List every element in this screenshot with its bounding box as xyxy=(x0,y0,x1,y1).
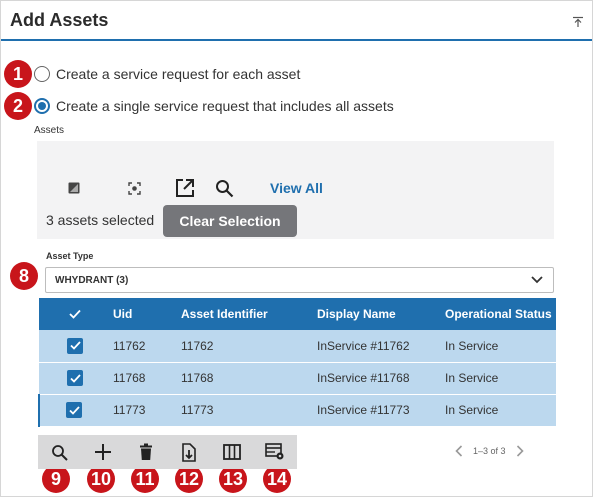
row-checkbox[interactable] xyxy=(67,337,83,354)
assets-label: Assets xyxy=(34,125,65,136)
focus-icon[interactable] xyxy=(128,182,141,195)
asset-type-label: Asset Type xyxy=(46,251,94,261)
annotation-badge: 12 xyxy=(175,465,203,493)
image-icon[interactable] xyxy=(68,182,80,194)
assets-table: Uid Asset Identifier Display Name Operat… xyxy=(38,298,556,427)
trash-icon xyxy=(139,443,152,460)
chevron-down-icon xyxy=(531,276,543,284)
row-checkbox[interactable] xyxy=(67,370,83,386)
table-row[interactable]: 11773 11773 InService #11773 In Service xyxy=(38,394,556,427)
plus-icon xyxy=(94,444,111,460)
panel-header: Add Assets xyxy=(1,1,592,41)
cell-operational-status: In Service xyxy=(441,330,556,363)
annotation-badge: 13 xyxy=(219,465,247,493)
collapse-icon[interactable] xyxy=(572,16,584,28)
option-each-asset-label: Create a service request for each asset xyxy=(56,66,301,82)
columns-icon xyxy=(223,444,242,460)
delete-button[interactable] xyxy=(124,435,167,469)
panel-title: Add Assets xyxy=(10,10,109,30)
cell-uid: 11773 xyxy=(109,394,177,427)
row-checkbox-cell[interactable] xyxy=(39,330,109,363)
import-icon xyxy=(182,442,196,462)
row-checkbox-cell[interactable] xyxy=(38,394,109,427)
search-button[interactable] xyxy=(38,435,81,469)
add-button[interactable] xyxy=(81,435,124,469)
pagination: 1–3 of 3 xyxy=(455,445,524,457)
search-icon[interactable] xyxy=(215,179,234,198)
cell-operational-status: In Service xyxy=(441,362,556,395)
checkmark-icon[interactable] xyxy=(67,306,83,322)
option-single-request-label: Create a single service request that inc… xyxy=(56,98,394,114)
cell-asset-identifier: 11762 xyxy=(177,330,313,363)
cell-asset-identifier: 11773 xyxy=(177,394,313,427)
pagination-text: 1–3 of 3 xyxy=(473,446,506,456)
radio-single-request[interactable] xyxy=(34,98,50,114)
open-external-icon[interactable] xyxy=(175,178,195,198)
columns-button[interactable] xyxy=(211,435,254,469)
chevron-right-icon[interactable] xyxy=(516,445,524,457)
column-header-asset-identifier[interactable]: Asset Identifier xyxy=(177,298,313,330)
table-header-row: Uid Asset Identifier Display Name Operat… xyxy=(39,298,556,330)
select-all-header[interactable] xyxy=(39,298,109,330)
table-row[interactable]: 11762 11762 InService #11762 In Service xyxy=(39,330,556,363)
option-each-asset[interactable]: Create a service request for each asset xyxy=(34,66,300,82)
cell-display-name: InService #11773 xyxy=(313,394,441,427)
radio-each-asset[interactable] xyxy=(34,66,50,82)
row-checkbox[interactable] xyxy=(66,402,82,418)
asset-type-value: WHYDRANT (3) xyxy=(55,275,129,286)
cell-display-name: InService #11762 xyxy=(313,330,441,363)
annotation-badge: 10 xyxy=(87,465,115,493)
column-header-operational-status[interactable]: Operational Status xyxy=(441,298,556,330)
annotation-badge: 11 xyxy=(131,465,159,493)
cell-uid: 11768 xyxy=(109,362,177,395)
cell-display-name: InService #11768 xyxy=(313,362,441,395)
annotation-badge: 14 xyxy=(263,465,291,493)
search-icon xyxy=(52,444,68,461)
chevron-left-icon[interactable] xyxy=(455,445,463,457)
selection-count: 3 assets selected xyxy=(46,212,155,228)
table-settings-button[interactable] xyxy=(254,435,297,469)
cell-asset-identifier: 11768 xyxy=(177,362,313,395)
cell-operational-status: In Service xyxy=(441,394,556,427)
table-footer-toolbar xyxy=(38,435,297,469)
annotation-badge: 2 xyxy=(4,92,32,120)
asset-type-select[interactable]: WHYDRANT (3) xyxy=(45,267,554,293)
cell-uid: 11762 xyxy=(109,330,177,363)
table-settings-icon xyxy=(265,443,284,460)
column-header-display-name[interactable]: Display Name xyxy=(313,298,441,330)
import-button[interactable] xyxy=(168,435,211,469)
annotation-badge: 8 xyxy=(10,262,38,290)
option-single-request[interactable]: Create a single service request that inc… xyxy=(34,98,394,114)
view-all-link[interactable]: View All xyxy=(270,180,323,196)
clear-selection-button[interactable]: Clear Selection xyxy=(163,205,297,237)
row-checkbox-cell[interactable] xyxy=(39,362,109,395)
annotation-badge: 9 xyxy=(42,465,70,493)
annotation-badge: 1 xyxy=(4,60,32,88)
table-row[interactable]: 11768 11768 InService #11768 In Service xyxy=(39,362,556,395)
column-header-uid[interactable]: Uid xyxy=(109,298,177,330)
